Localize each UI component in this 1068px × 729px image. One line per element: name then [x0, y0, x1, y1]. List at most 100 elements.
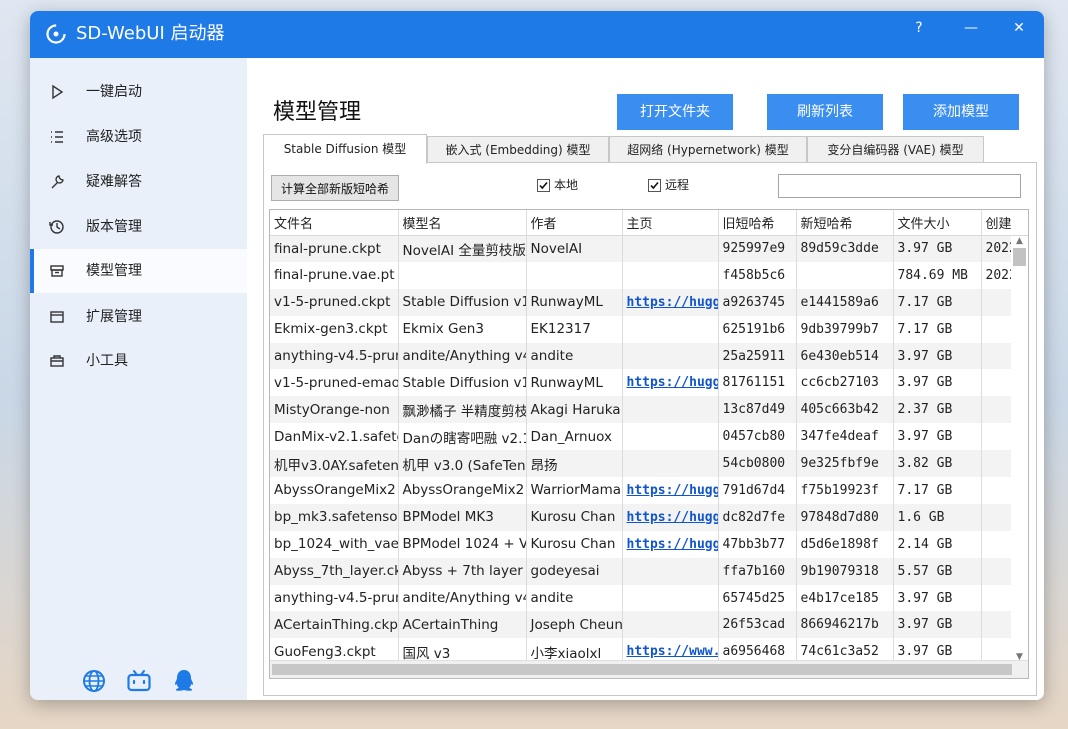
help-button[interactable]: ?: [904, 16, 934, 40]
local-checkbox[interactable]: [537, 179, 550, 192]
sidebar-item-extensions[interactable]: 扩展管理: [30, 295, 247, 339]
vertical-scrollbar[interactable]: ▲ ▼: [1011, 236, 1028, 662]
minimize-button[interactable]: —: [956, 16, 986, 40]
table-cell: ACertainThing: [398, 611, 527, 639]
table-cell: final-prune.ckpt: [270, 235, 399, 262]
remote-checkbox[interactable]: [648, 179, 661, 192]
table-row[interactable]: Ekmix-gen3.ckpt Ekmix Gen3 EK12317 625191b6…: [270, 315, 1028, 343]
list-settings-icon: [51, 131, 63, 143]
add-model-button[interactable]: 添加模型: [903, 94, 1019, 130]
table-cell: 3.97 GB: [893, 369, 982, 397]
open-folder-button[interactable]: 打开文件夹: [617, 94, 733, 130]
table-cell: 5.57 GB: [893, 557, 982, 585]
table-row[interactable]: v1-5-pruned-emaonlyStable Diffusion v1.5…: [270, 369, 1028, 397]
title-bar[interactable]: SD-WebUI 启动器 ? — ✕: [30, 11, 1044, 58]
homepage-link[interactable]: https://huggingface.co: [622, 369, 719, 397]
homepage-link[interactable]: https://huggingface.co: [622, 530, 719, 558]
refresh-list-button[interactable]: 刷新列表: [767, 94, 883, 130]
homepage-link[interactable]: https://huggingface.co: [622, 503, 719, 531]
sidebar: 一键启动 高级选项 疑难解答 版本管理 模型管理 扩展管理 小工具: [30, 58, 247, 700]
table-row[interactable]: ACertainThing.ckpt ACertainThing Joseph Ch…: [270, 611, 1028, 639]
bilibili-icon[interactable]: [126, 668, 152, 694]
checkmark-icon: [650, 181, 659, 190]
model-table[interactable]: 文件名 模型名 作者 主页 旧短哈希 新短哈希 文件大小 创建 final-prune.ckp…: [269, 209, 1029, 679]
column-header[interactable]: 主页: [622, 210, 719, 236]
scrollbar-thumb[interactable]: [1013, 248, 1026, 266]
homepage-link[interactable]: [622, 611, 719, 639]
sidebar-item-advanced[interactable]: 高级选项: [30, 115, 247, 159]
sidebar-item-launch[interactable]: 一键启动: [30, 70, 247, 114]
column-header[interactable]: 作者: [526, 210, 623, 236]
history-icon: [49, 220, 64, 234]
table-row[interactable]: bp_1024_with_vaeBPModel 1024 + VAEKurosu…: [270, 530, 1028, 558]
column-header[interactable]: 文件名: [270, 210, 399, 236]
table-row[interactable]: DanMix-v2.1.safetensorsDanの瞎寄吧融 v2.1Dan_…: [270, 423, 1028, 451]
table-row[interactable]: anything-v4.5-prunedandite/Anything v4.5…: [270, 342, 1028, 370]
homepage-link[interactable]: [622, 450, 719, 478]
tab-embedding[interactable]: 嵌入式 (Embedding) 模型: [427, 136, 609, 162]
table-cell: Stable Diffusion v1.5: [398, 369, 527, 397]
horizontal-scrollbar[interactable]: [270, 660, 1028, 678]
table-row[interactable]: final-prune.vae.pt f458b5c6 784.69 MB 2022: [270, 261, 1028, 289]
table-cell: WarriorMama: [526, 477, 623, 504]
homepage-link[interactable]: https://huggingface.co: [622, 288, 719, 316]
tab-hypernetwork[interactable]: 超网络 (Hypernetwork) 模型: [609, 136, 807, 162]
sidebar-item-label: 扩展管理: [86, 309, 142, 325]
table-cell: 2.14 GB: [893, 530, 982, 558]
active-indicator: [30, 249, 34, 293]
table-cell: bp_1024_with_vae: [270, 530, 399, 558]
table-cell: f75b19923f: [796, 477, 894, 504]
table-cell: Stable Diffusion v1.5: [398, 288, 527, 316]
scrollbar-thumb[interactable]: [272, 664, 1012, 675]
table-row[interactable]: v1-5-pruned.ckptStable Diffusion v1.5Run…: [270, 288, 1028, 316]
column-header[interactable]: 新短哈希: [796, 210, 894, 236]
column-header[interactable]: 创建: [981, 210, 1028, 236]
homepage-link[interactable]: [622, 584, 719, 612]
table-row[interactable]: bp_mk3.safetensors BPModel MK3 Kurosu Chan…: [270, 503, 1028, 531]
sidebar-item-label: 模型管理: [86, 263, 142, 279]
scroll-up-arrow-icon[interactable]: ▲: [1016, 236, 1023, 246]
sidebar-item-label: 小工具: [86, 353, 128, 369]
archive-box-icon: [50, 265, 64, 277]
tab-vae[interactable]: 变分自编码器 (VAE) 模型: [807, 136, 984, 162]
table-cell: andite/Anything v4.5: [398, 342, 527, 370]
table-row[interactable]: Abyss_7th_layer.ckptAbyss + 7th layergod…: [270, 557, 1028, 585]
checkmark-icon: [539, 181, 548, 190]
sidebar-item-troubleshoot[interactable]: 疑难解答: [30, 160, 247, 204]
column-header[interactable]: 旧短哈希: [718, 210, 797, 236]
qq-icon[interactable]: [171, 668, 197, 694]
table-cell: RunwayML: [526, 369, 623, 397]
table-cell: 47bb3b77: [718, 530, 797, 558]
table-cell: Dan_Arnuox: [526, 423, 623, 451]
table-row[interactable]: MistyOrange-non 飘渺橘子 半精度剪枝 Akagi Haruka 13c…: [270, 396, 1028, 424]
globe-icon[interactable]: [81, 668, 107, 694]
sidebar-item-versions[interactable]: 版本管理: [30, 205, 247, 249]
column-header[interactable]: 模型名: [398, 210, 527, 236]
homepage-link[interactable]: [622, 557, 719, 585]
close-button[interactable]: ✕: [1004, 16, 1034, 40]
table-cell: 89d59c3dde: [796, 235, 894, 262]
table-row[interactable]: 机甲v3.0AY.safetensors机甲 v3.0 (SafeTensors…: [270, 450, 1028, 478]
remote-checkbox-label: 远程: [665, 178, 690, 192]
homepage-link[interactable]: [622, 235, 719, 262]
wrench-icon: [51, 175, 64, 189]
tab-stable-diffusion[interactable]: Stable Diffusion 模型: [263, 134, 427, 164]
homepage-link[interactable]: [622, 396, 719, 424]
homepage-link[interactable]: [622, 423, 719, 451]
calc-new-hash-button[interactable]: 计算全部新版短哈希: [271, 175, 399, 201]
sidebar-item-tools[interactable]: 小工具: [30, 339, 247, 383]
homepage-link[interactable]: https://huggingface.co: [622, 477, 719, 504]
homepage-link[interactable]: [622, 315, 719, 343]
table-cell: DanMix-v2.1.safetensors: [270, 423, 399, 451]
sidebar-item-models[interactable]: 模型管理: [30, 249, 247, 293]
search-input[interactable]: [778, 174, 1021, 198]
table-cell: 9e325fbf9e: [796, 450, 894, 478]
column-header[interactable]: 文件大小: [893, 210, 982, 236]
app-logo-icon: [46, 24, 66, 44]
homepage-link[interactable]: [622, 342, 719, 370]
homepage-link[interactable]: [622, 261, 719, 289]
table-row[interactable]: anything-v4.5-prunedandite/Anything v4.5…: [270, 584, 1028, 612]
table-cell: 9b19079318: [796, 557, 894, 585]
table-row[interactable]: final-prune.ckpt NovelAI 全量剪枝版 NovelAI 9259…: [270, 235, 1028, 262]
table-row[interactable]: AbyssOrangeMix2 AbyssOrangeMix2 WarriorMam…: [270, 477, 1028, 504]
